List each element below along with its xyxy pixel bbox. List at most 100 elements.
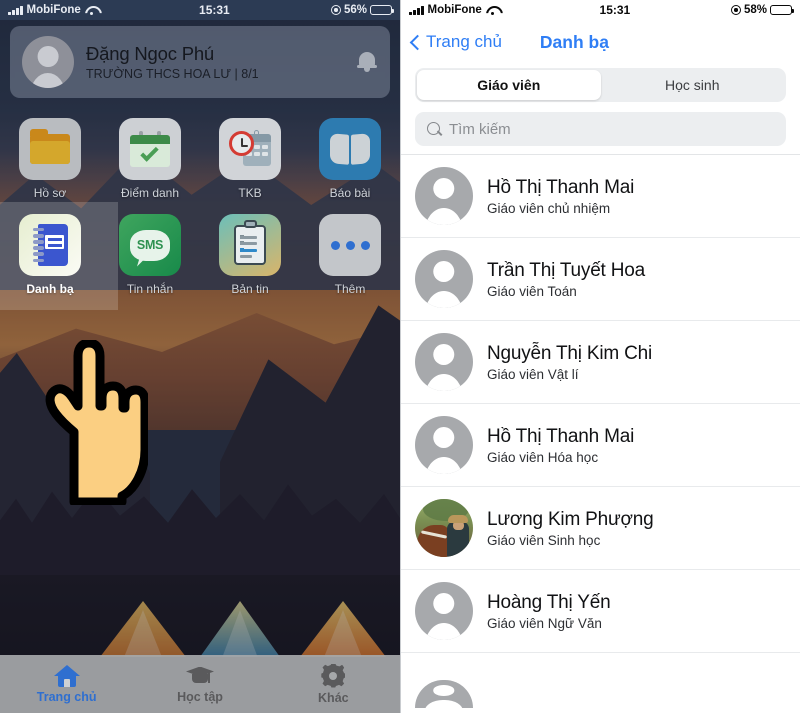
folder-icon <box>19 118 81 180</box>
calendar-check-icon <box>119 118 181 180</box>
left-phone-screen: MobiFone 15:31 56% Đặng Ngọc Phú TRƯỜNG … <box>0 0 400 713</box>
carrier-label: MobiFone <box>427 4 482 16</box>
contact-role: Giáo viên chủ nhiệm <box>487 200 611 216</box>
app-tile-diem-danh[interactable]: Điểm danh <box>100 118 200 200</box>
list-item-partial[interactable] <box>401 653 800 713</box>
open-book-icon <box>319 118 381 180</box>
signal-bars-icon <box>409 5 424 15</box>
list-item[interactable]: Lương Kim Phượng Giáo viên Sinh học <box>401 487 800 570</box>
segment-label: Giáo viên <box>477 77 541 93</box>
signal-bars-icon <box>8 5 23 15</box>
app-tile-ban-tin[interactable]: Bản tin <box>200 214 300 296</box>
avatar-placeholder-icon <box>415 333 473 391</box>
carrier-label: MobiFone <box>26 4 81 16</box>
app-tile-bao-bai[interactable]: Báo bài <box>300 118 400 200</box>
tab-label: Trang chủ <box>36 689 97 704</box>
app-label: Danh bạ <box>26 282 74 296</box>
profile-name: Đặng Ngọc Phú <box>86 43 215 64</box>
back-button-label: Trang chủ <box>426 32 502 51</box>
bottom-tab-bar: Trang chủ Học tập Khác <box>0 655 400 713</box>
back-button[interactable]: Trang chủ <box>409 32 502 52</box>
battery-percent-label: 58% <box>743 4 767 16</box>
search-placeholder: Tìm kiếm <box>449 120 511 138</box>
avatar-placeholder-icon <box>415 416 473 474</box>
home-icon <box>53 664 80 687</box>
list-item[interactable]: Hồ Thị Thanh Mai Giáo viên chủ nhiệm <box>401 155 800 238</box>
avatar-placeholder-icon <box>415 250 473 308</box>
contact-list: Hồ Thị Thanh Mai Giáo viên chủ nhiệm Trầ… <box>401 154 800 713</box>
contact-name: Hoàng Thị Yến <box>487 591 611 613</box>
list-item[interactable]: Nguyễn Thị Kim Chi Giáo viên Vật lí <box>401 321 800 404</box>
avatar-placeholder-icon <box>415 680 473 708</box>
clipboard-icon <box>219 214 281 276</box>
avatar-placeholder-icon <box>22 36 74 88</box>
profile-subtitle: TRƯỜNG THCS HOA LƯ | 8/1 <box>86 67 259 81</box>
contact-name: Lương Kim Phượng <box>487 508 654 530</box>
contact-role: Giáo viên Toán <box>487 283 577 299</box>
contact-role: Giáo viên Vật lí <box>487 366 579 382</box>
avatar-photo <box>415 499 473 557</box>
app-label: Báo bài <box>329 186 371 200</box>
segment-label: Học sinh <box>665 77 720 93</box>
tab-label: Học tập <box>177 689 223 704</box>
sms-bubble-icon: SMS <box>119 214 181 276</box>
dual-phone-screenshot: MobiFone 15:31 56% Đặng Ngọc Phú TRƯỜNG … <box>0 0 800 713</box>
avatar-placeholder-icon <box>415 582 473 640</box>
app-tile-danh-ba[interactable]: Danh bạ <box>0 202 118 310</box>
graduation-cap-icon <box>185 665 214 687</box>
tab-trang-chu[interactable]: Trang chủ <box>0 664 133 704</box>
wifi-icon <box>486 5 499 15</box>
tab-label: Khác <box>318 690 349 705</box>
app-tile-them[interactable]: Thêm <box>300 214 400 296</box>
contact-name: Nguyễn Thị Kim Chi <box>487 342 653 364</box>
status-bar-clock: 15:31 <box>599 3 631 17</box>
battery-icon <box>770 5 794 15</box>
list-item[interactable]: Trần Thị Tuyết Hoa Giáo viên Toán <box>401 238 800 321</box>
contact-name: Hồ Thị Thanh Mai <box>487 425 635 447</box>
contact-name: Trần Thị Tuyết Hoa <box>487 259 645 281</box>
contact-role: Giáo viên Ngữ Văn <box>487 615 602 631</box>
list-item[interactable]: Hoàng Thị Yến Giáo viên Ngữ Văn <box>401 570 800 653</box>
navigation-bar: Trang chủ Danh bạ <box>401 20 800 64</box>
clock-calendar-icon <box>219 118 281 180</box>
contact-role: Giáo viên Sinh học <box>487 532 601 548</box>
app-label: Thêm <box>334 282 366 296</box>
status-bar: MobiFone 15:31 56% <box>0 0 400 20</box>
app-label: Bản tin <box>231 282 269 296</box>
status-bar-clock: 15:31 <box>199 3 230 17</box>
location-services-icon <box>730 5 741 15</box>
wifi-icon <box>85 5 98 15</box>
app-label: Hồ sơ <box>33 186 67 200</box>
battery-icon <box>370 5 394 15</box>
profile-card[interactable]: Đặng Ngọc Phú TRƯỜNG THCS HOA LƯ | 8/1 <box>10 26 390 98</box>
segment-giao-vien[interactable]: Giáo viên <box>417 70 601 100</box>
tab-khac[interactable]: Khác <box>267 663 400 705</box>
pointing-hand-cursor <box>45 340 148 505</box>
avatar-placeholder-icon <box>415 167 473 225</box>
notification-bell-icon[interactable] <box>356 50 378 74</box>
app-label: TKB <box>238 186 262 200</box>
app-tile-tin-nhan[interactable]: SMS Tin nhắn <box>100 214 200 296</box>
app-tile-tkb[interactable]: TKB <box>200 118 300 200</box>
search-input[interactable]: Tìm kiếm <box>415 112 786 146</box>
tab-hoc-tap[interactable]: Học tập <box>133 665 266 704</box>
segment-hoc-sinh[interactable]: Học sinh <box>601 70 785 100</box>
chevron-left-icon <box>409 34 426 50</box>
app-label: Điểm danh <box>120 186 180 200</box>
contact-name: Hồ Thị Thanh Mai <box>487 176 635 198</box>
contact-role: Giáo viên Hóa học <box>487 449 599 465</box>
page-title: Danh bạ <box>539 31 609 52</box>
right-phone-screen: MobiFone 15:31 58% Trang chủ Danh bạ Giá… <box>400 0 800 713</box>
app-grid: Hồ sơ Điểm danh TKB Báo bài Danh bạ SMS … <box>0 118 400 310</box>
list-item[interactable]: Hồ Thị Thanh Mai Giáo viên Hóa học <box>401 404 800 487</box>
more-dots-icon <box>319 214 381 276</box>
search-icon <box>427 122 441 136</box>
gear-icon <box>321 663 346 688</box>
app-label: Tin nhắn <box>126 282 174 296</box>
status-bar: MobiFone 15:31 58% <box>401 0 800 20</box>
segmented-control: Giáo viên Học sinh <box>415 68 786 102</box>
battery-percent-label: 56% <box>343 4 367 16</box>
location-services-icon <box>330 5 341 15</box>
notebook-icon <box>19 214 81 276</box>
app-tile-ho-so[interactable]: Hồ sơ <box>0 118 100 200</box>
